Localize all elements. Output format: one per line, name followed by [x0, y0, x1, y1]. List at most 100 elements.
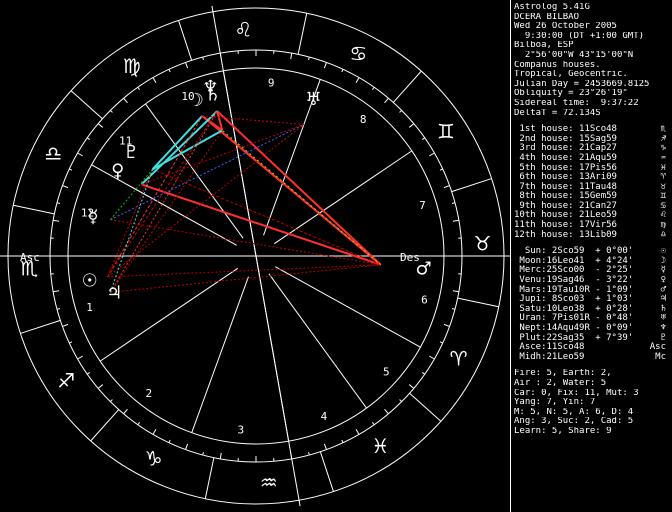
aspect-line — [109, 169, 154, 293]
planet-label: Venu: — [514, 275, 547, 286]
aspect-line — [140, 110, 218, 186]
degree-tick — [452, 219, 459, 222]
house-value: 21Leo59 — [579, 210, 617, 221]
sign-boundary — [409, 392, 442, 422]
house-value: 21Cap27 — [579, 143, 617, 154]
degree-tick — [97, 123, 104, 128]
house-value: 17Pis56 — [579, 162, 617, 173]
aspect-line — [202, 115, 304, 125]
planet-value: 21Leo59 — [546, 351, 585, 362]
degree-tick — [123, 408, 128, 415]
degree-tick — [137, 86, 140, 90]
house-number: 9 — [268, 77, 275, 90]
uranus-glyph-icon: ♅ — [305, 89, 321, 110]
house-number: 3 — [238, 423, 245, 436]
sign-boundary — [392, 70, 422, 103]
degree-tick — [202, 451, 204, 456]
sign-glyph-icon: ♋ — [349, 41, 367, 65]
degree-tick — [77, 355, 84, 360]
degree-tick — [185, 443, 189, 450]
aspect-lines — [106, 110, 382, 293]
sign-glyph-icon: ♊ — [437, 120, 455, 144]
degree-tick — [443, 323, 450, 327]
degree-tick — [168, 69, 171, 73]
degree-tick — [69, 168, 73, 171]
house-value: 15Sag59 — [579, 133, 617, 144]
degree-tick — [355, 428, 360, 435]
panel-divider — [510, 0, 511, 512]
info-line: Wed 26 October 2005 — [514, 22, 617, 32]
house-number: 2 — [146, 387, 153, 400]
chart-info-block: Astrolog 5.41G DCERA BILBAO Wed 26 October… — [514, 3, 670, 118]
planet-value: 19Tau10R - 1°09' — [546, 284, 634, 295]
house-value: 13Lib09 — [579, 229, 617, 240]
info-line: Astrolog 5.41G — [514, 3, 590, 12]
planet-label: Satu: — [514, 303, 547, 314]
stats-line: Ang: 3, Suc: 2, Cad: 5 — [514, 417, 634, 427]
house-number: 8 — [360, 113, 367, 126]
stats-line: Air : 2, Water: 5 — [514, 378, 607, 388]
house-number: 6 — [421, 294, 428, 307]
degree-tick — [428, 355, 435, 360]
planet-label: Midh: — [514, 351, 547, 362]
planet-label: Moon: — [514, 255, 547, 266]
info-line: Tropical, Geocentric. — [514, 70, 628, 80]
degree-tick — [109, 109, 113, 113]
planet-label: Plut: — [514, 332, 547, 343]
house-value: 11Sco48 — [579, 124, 617, 135]
info-line: Julian Day = 2453669.8125 — [514, 79, 650, 89]
degree-tick — [439, 168, 443, 171]
sign-boundary — [297, 13, 308, 55]
house-label: 7th house: — [514, 181, 574, 192]
house-label: 8th house: — [514, 191, 574, 202]
sign-glyph-icon: ♈ — [450, 346, 468, 370]
degree-tick — [308, 56, 310, 61]
degree-tick — [202, 56, 204, 61]
info-line: 9:30:00 (DT +1:00 GMT) — [514, 31, 645, 41]
degree-tick — [372, 86, 375, 90]
info-line: 2°56'00"W 43°15'00"N — [514, 50, 634, 60]
degree-tick — [56, 308, 61, 310]
planet-value: 25Sco00 - 2°25' — [546, 265, 634, 276]
degree-tick — [451, 308, 456, 310]
degree-tick — [323, 443, 327, 450]
house-number: 4 — [321, 410, 328, 423]
degree-tick — [53, 290, 60, 293]
house-label: 9th house: — [514, 200, 574, 211]
sign-boundary — [451, 178, 492, 193]
planet-value: 11Sco48 — [546, 342, 585, 353]
degree-tick — [323, 62, 327, 69]
stats-line: M: 5, N: 5, A: 6, D: 4 — [514, 407, 634, 417]
house-value: 13Ari09 — [579, 172, 617, 183]
mars-glyph-icon: ♂ — [416, 259, 432, 280]
degree-tick — [422, 137, 426, 140]
info-line: DCERA BILBAO — [514, 12, 580, 22]
house-label: 4th house: — [514, 152, 574, 163]
degree-tick — [384, 97, 389, 104]
degree-tick — [439, 341, 443, 344]
degree-tick — [422, 372, 426, 375]
degree-tick — [219, 452, 222, 459]
degree-tick — [53, 219, 60, 222]
planet-label: Merc: — [514, 265, 547, 276]
planet-value: 14Aqu49R - 0°09' — [546, 323, 634, 333]
planet-positions-block: Sun: 2Sco59 + 0°00' ☉ Moon:16Leo41 + 4°24… — [514, 246, 670, 363]
planet-row: Midh:21Leo59 Mc — [514, 351, 670, 363]
sign-glyph-icon: ♎ — [660, 229, 666, 240]
info-line: DeltaT = 72.134S — [514, 108, 601, 118]
degree-tick — [62, 323, 69, 327]
house-label: 3rd house: — [514, 143, 574, 154]
stats-line: Learn: 5, Share: 9 — [514, 426, 612, 436]
house-cusp-line — [268, 273, 367, 409]
house-label: 11th house: — [514, 220, 574, 231]
house-cusps-block: 1st house: 11Sco48 ♏ 2nd house: 15Sag59 ♐ … — [514, 124, 670, 240]
degree-tick — [168, 439, 171, 443]
mercury-glyph-icon: ☿ — [87, 206, 98, 227]
venus-glyph-icon: ♀ — [111, 161, 124, 182]
info-line: Obliquity = 23°26'19" — [514, 89, 628, 99]
house-label: 10th house: — [514, 210, 574, 221]
aspect-line — [152, 168, 381, 266]
info-line: Bilboa, ESP — [514, 41, 574, 51]
planet-label: Mars: — [514, 284, 547, 295]
sign-glyph-icon: ♓ — [371, 434, 389, 458]
